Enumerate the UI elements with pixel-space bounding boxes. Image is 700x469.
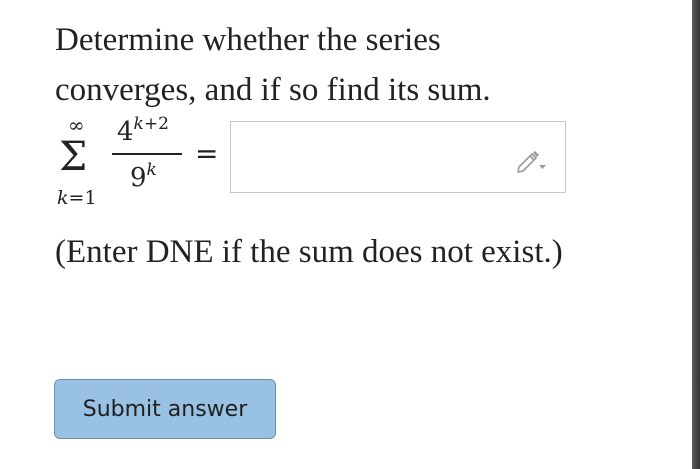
answer-input[interactable] <box>230 121 566 193</box>
denominator-exponent: k <box>146 160 157 180</box>
pencil-icon[interactable] <box>513 145 549 175</box>
numerator-exponent: k+2 <box>134 114 169 134</box>
numerator-exponent-rest: +2 <box>143 114 169 134</box>
numerator-exponent-var: k <box>133 114 144 134</box>
denominator-base: 9 <box>130 163 147 193</box>
sum-index-start: 1 <box>84 187 97 209</box>
question-text-line-1: Determine whether the series <box>55 22 441 58</box>
hint-text: (Enter DNE if the sum does not exist.) <box>55 234 563 270</box>
submit-button-label: Submit answer <box>82 396 248 422</box>
series-expression: ∞ Σ k=1 4k+2 9k = <box>55 115 255 215</box>
sigma-symbol: Σ <box>59 134 88 180</box>
fraction-bar <box>112 153 182 155</box>
sum-lower-limit: k=1 <box>57 187 97 209</box>
equals-sign: = <box>195 137 219 170</box>
window-edge <box>692 0 700 469</box>
question-page: Determine whether the series converges, … <box>0 0 700 469</box>
sum-upper-limit: ∞ <box>68 113 85 137</box>
fraction-numerator: 4k+2 <box>117 114 169 148</box>
sum-index-equals: = <box>68 187 85 209</box>
question-text-line-2: converges, and if so find its sum. <box>55 72 491 108</box>
submit-answer-button[interactable]: Submit answer <box>54 379 276 439</box>
numerator-base: 4 <box>117 117 134 147</box>
fraction-denominator: 9k <box>130 160 157 194</box>
sum-index-variable: k <box>57 187 69 209</box>
